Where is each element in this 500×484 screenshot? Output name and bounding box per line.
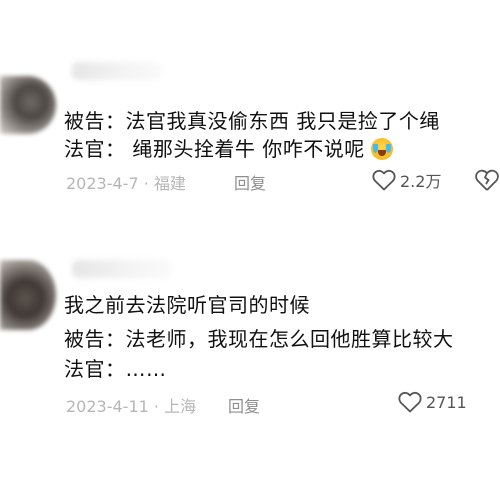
comment-text-line: 法官：…… bbox=[64, 357, 167, 381]
comment-text-line: 我之前去法院听官司的时候 bbox=[64, 293, 310, 317]
username-blurred bbox=[72, 260, 172, 278]
avatar[interactable] bbox=[0, 76, 56, 134]
heart-icon bbox=[372, 169, 396, 191]
like-count: 2.2万 bbox=[400, 172, 442, 191]
comment-item: 被告：法官我真没偷东西 我只是捡了个绳 法官： 绳那头拴着牛 你咋不说呢 202… bbox=[0, 60, 500, 210]
avatar[interactable] bbox=[0, 260, 56, 330]
broken-heart-icon[interactable] bbox=[474, 168, 500, 192]
comment-text-line: 被告：法老师，我现在怎么回他胜算比较大 bbox=[64, 327, 454, 351]
comment-text-line: 法官： 绳那头拴着牛 你咋不说呢 bbox=[64, 136, 393, 162]
comment-meta: 2023-4-11 · 上海 回复 bbox=[66, 393, 260, 417]
comment-text-line: 被告：法官我真没偷东西 我只是捡了个绳 bbox=[64, 109, 440, 133]
comment-date-location: 2023-4-11 · 上海 bbox=[66, 397, 197, 416]
comment-text-line-content: 法官： 绳那头拴着牛 你咋不说呢 bbox=[64, 137, 365, 161]
laughing-crying-emoji-icon bbox=[370, 138, 393, 160]
reply-button[interactable]: 回复 bbox=[228, 393, 260, 417]
comment-item: 我之前去法院听官司的时候 被告：法老师，我现在怎么回他胜算比较大 法官：…… 2… bbox=[0, 250, 500, 430]
comment-meta: 2023-4-7 · 福建 回复 bbox=[66, 170, 266, 194]
like-button[interactable]: 2.2万 bbox=[372, 168, 441, 192]
like-count: 2711 bbox=[426, 392, 467, 412]
comment-date-location: 2023-4-7 · 福建 bbox=[66, 174, 186, 193]
reply-button[interactable]: 回复 bbox=[234, 170, 266, 194]
username-blurred bbox=[72, 62, 162, 80]
like-button[interactable]: 2711 bbox=[398, 391, 467, 413]
heart-icon bbox=[398, 391, 422, 413]
